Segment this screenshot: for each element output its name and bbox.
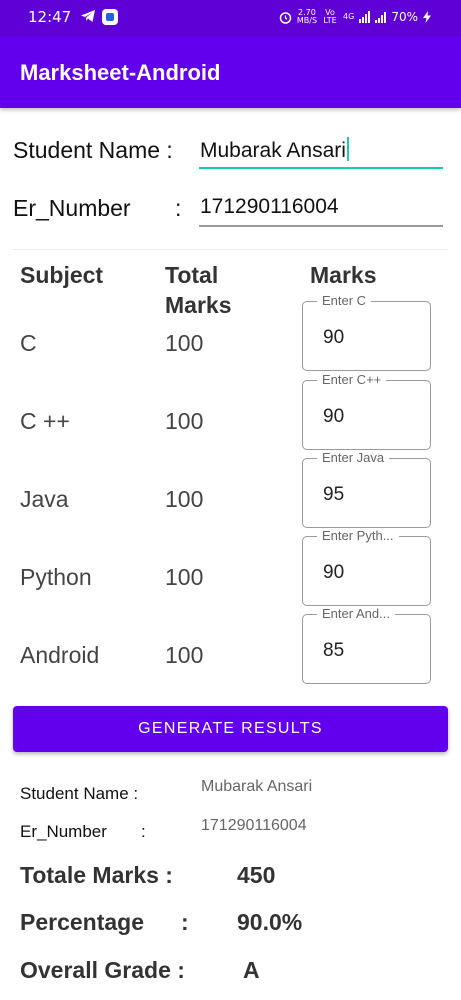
result-er-colon: : [141, 822, 146, 841]
java-marks-value: 95 [323, 484, 345, 505]
cpp-marks-hint: Enter C++ [317, 372, 387, 387]
volte-badge: Vo LTE [323, 8, 337, 25]
android-marks-hint: Enter And... [317, 606, 395, 621]
er-number-colon: : [175, 195, 182, 221]
net-speed-unit: MB/S [296, 16, 318, 25]
total-marks-label: Totale Marks : [20, 862, 173, 888]
subject-java: Java [20, 486, 69, 512]
generate-results-button[interactable]: GENERATE RESULTS [13, 706, 448, 752]
student-name-value: Mubarak Ansari [200, 139, 346, 162]
app-title: Marksheet-Android [20, 60, 221, 85]
android-marks-value: 85 [323, 640, 345, 661]
signal-type: 4G [343, 12, 355, 21]
app-bar: Marksheet-Android [0, 36, 461, 108]
student-name-input[interactable]: Mubarak Ansari [199, 137, 443, 169]
marks-header: Marks [310, 262, 377, 288]
er-number-input[interactable]: 171290116004 [199, 195, 443, 227]
percentage-value: 90.0% [237, 909, 303, 935]
total-python: 100 [165, 564, 204, 590]
java-marks-field[interactable]: Enter Java 95 [302, 450, 431, 528]
total-cpp: 100 [165, 408, 204, 434]
er-number-value: 171290116004 [200, 195, 339, 218]
battery-level: 70% [391, 10, 418, 24]
er-number-label: Er_Number [13, 195, 131, 221]
percentage-label: Percentage [20, 909, 145, 935]
result-name-label: Student Name : [20, 784, 139, 803]
status-time: 12:47 [28, 8, 72, 26]
notification-app-icon [102, 9, 118, 25]
total-android: 100 [165, 642, 204, 668]
signal-bars-icon [359, 11, 371, 23]
cpp-marks-field[interactable]: Enter C++ 90 [302, 372, 431, 450]
subject-c: C [20, 330, 37, 356]
result-er-value: 171290116004 [201, 817, 307, 834]
c-marks-hint: Enter C [317, 293, 372, 308]
subject-header: Subject [20, 262, 104, 288]
python-marks-hint: Enter Pyth... [317, 528, 399, 543]
alarm-icon [279, 11, 292, 24]
result-name-value: Mubarak Ansari [201, 778, 313, 795]
c-marks-value: 90 [323, 327, 345, 348]
python-marks-field[interactable]: Enter Pyth... 90 [302, 528, 431, 606]
overall-grade-label: Overall Grade : [20, 957, 185, 983]
total-c: 100 [165, 330, 204, 356]
signal-bars-2-icon [375, 11, 387, 23]
subject-cpp: C ++ [20, 408, 70, 434]
telegram-icon [81, 10, 95, 22]
charging-icon [423, 11, 431, 23]
section-divider [12, 249, 448, 250]
subject-python: Python [20, 564, 92, 590]
cpp-marks-value: 90 [323, 406, 345, 427]
status-bar: 12:47 2.70 MB/S Vo LTE 4G 70% [0, 0, 461, 36]
android-marks-field[interactable]: Enter And... 85 [302, 606, 431, 684]
percentage-colon: : [181, 909, 189, 935]
total-marks-header: Total Marks [165, 262, 232, 318]
java-marks-hint: Enter Java [317, 450, 390, 465]
student-name-label: Student Name : [13, 137, 173, 163]
text-caret [346, 137, 349, 161]
total-java: 100 [165, 486, 204, 512]
total-marks-value: 450 [237, 862, 276, 888]
python-marks-value: 90 [323, 562, 345, 583]
overall-grade-value: A [243, 957, 260, 983]
status-indicators: 2.70 MB/S Vo LTE 4G 70% [279, 9, 431, 25]
net-speed: 2.70 MB/S [297, 9, 317, 25]
c-marks-field[interactable]: Enter C 90 [302, 293, 431, 371]
subject-android: Android [20, 642, 100, 668]
result-er-label: Er_Number [20, 822, 107, 841]
